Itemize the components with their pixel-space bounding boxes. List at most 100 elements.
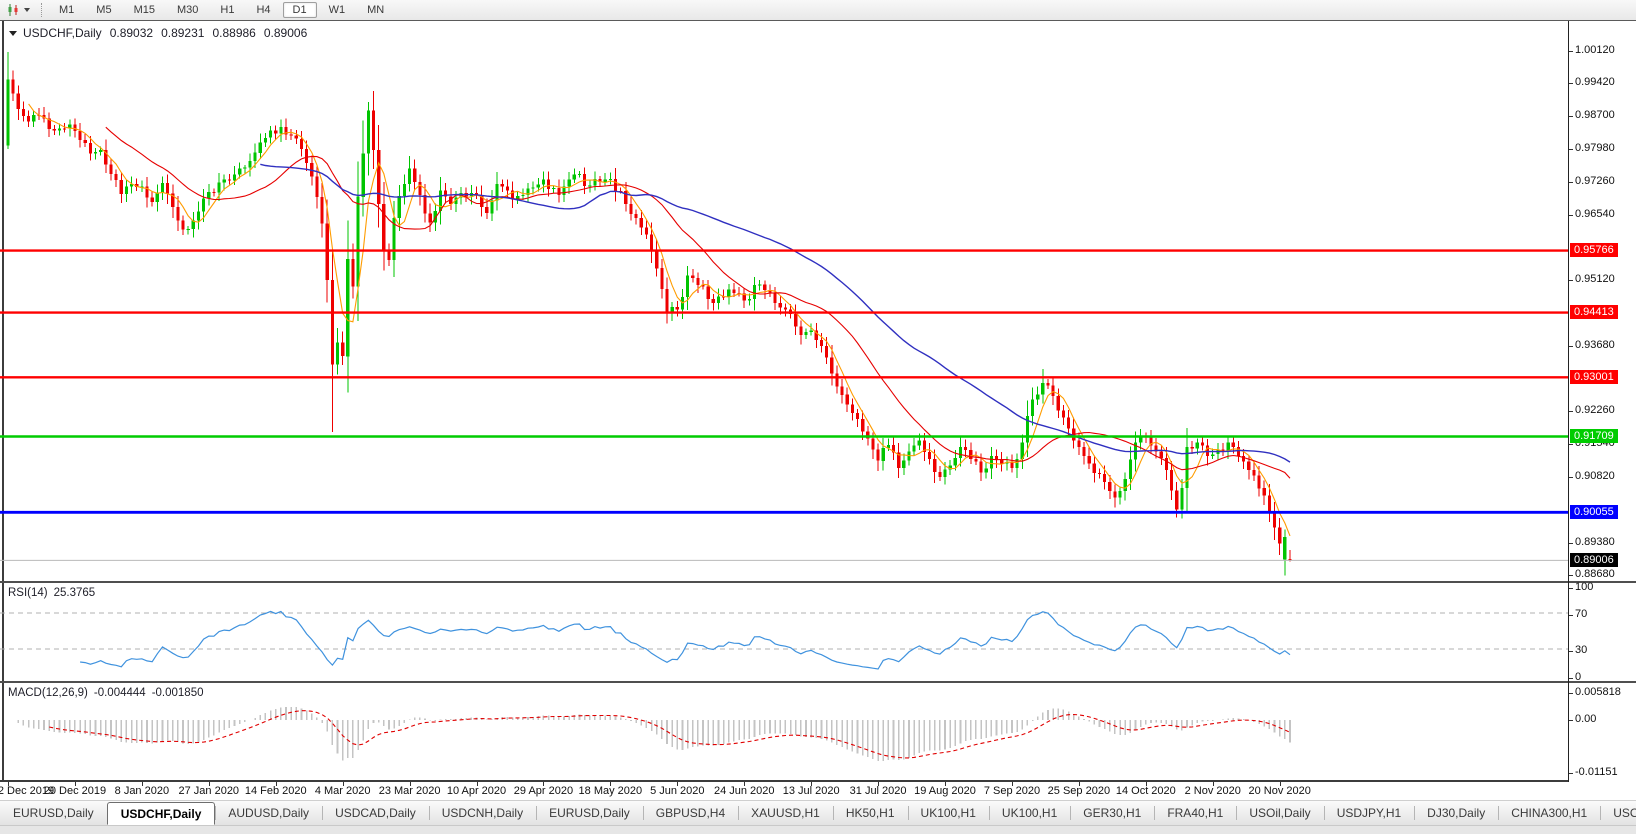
rsi-chart-canvas[interactable] <box>0 583 1568 681</box>
drawing-tools-button[interactable] <box>0 3 36 17</box>
axis-tick-label: 0.88680 <box>1575 568 1615 580</box>
chart-title: USDCHF,Daily 0.89032 0.89231 0.88986 0.8… <box>9 26 307 40</box>
ohlc-close: 0.89006 <box>264 26 307 40</box>
tab-2-audusd-daily[interactable]: AUDUSD,Daily <box>215 801 322 825</box>
axis-tick-label: 0.90820 <box>1575 470 1615 482</box>
macd-chart-canvas[interactable] <box>0 683 1568 783</box>
axis-tick-label: 0.95120 <box>1575 273 1615 285</box>
macd-main-value: -0.004444 <box>94 687 146 699</box>
toolbar-separator <box>41 3 43 17</box>
tab-12-fra40-h1[interactable]: FRA40,H1 <box>1154 801 1236 825</box>
price-axis[interactable]: 1.001200.994200.987000.979800.972600.965… <box>1569 21 1636 581</box>
axis-tick-label: -0.01151 <box>1575 766 1618 778</box>
axis-tick-mark <box>1569 678 1573 679</box>
candlestick-chart-canvas[interactable] <box>0 21 1568 581</box>
tab-7-xauusd-h1[interactable]: XAUUSD,H1 <box>738 801 833 825</box>
timeframe-button-h1[interactable]: H1 <box>210 2 244 18</box>
axis-tick-mark <box>1569 346 1573 347</box>
time-tick-label: 14 Oct 2020 <box>1116 785 1176 797</box>
axis-tick-mark <box>1569 215 1573 216</box>
axis-tick-mark <box>1569 51 1573 52</box>
tab-17-usoil-h1[interactable]: USOil,H1 <box>1600 801 1636 825</box>
tab-11-ger30-h1[interactable]: GER30,H1 <box>1070 801 1154 825</box>
chart-context-caret-icon <box>9 31 17 36</box>
axis-tick-mark <box>1569 720 1573 721</box>
timeframe-button-h4[interactable]: H4 <box>246 2 280 18</box>
tab-16-china300-h1[interactable]: CHINA300,H1 <box>1498 801 1600 825</box>
tab-15-dj30-daily[interactable]: DJ30,Daily <box>1414 801 1498 825</box>
axis-tick-mark <box>1569 651 1573 652</box>
statusbar-strip <box>0 826 1636 834</box>
time-tick-label: 4 Mar 2020 <box>315 785 371 797</box>
axis-tick-mark <box>1569 83 1573 84</box>
timeframe-button-m15[interactable]: M15 <box>124 2 165 18</box>
timeframe-button-d1[interactable]: D1 <box>283 2 317 18</box>
macd-signal-line <box>49 711 1290 758</box>
axis-tick-mark <box>1569 773 1573 774</box>
tab-3-usdcad-daily[interactable]: USDCAD,Daily <box>322 801 429 825</box>
macd-panel[interactable]: 0.005818 0.00 -0.01151 MACD(12,26,9) -0.004… <box>0 681 1636 783</box>
macd-signal-value: -0.001850 <box>152 687 204 699</box>
time-tick-label: 25 Sep 2020 <box>1048 785 1110 797</box>
timeframe-button-m1[interactable]: M1 <box>49 2 84 18</box>
chart-tabs: EURUSD,DailyUSDCHF,DailyAUDUSD,DailyUSDC… <box>0 801 1636 825</box>
axis-tick-label: 0.97260 <box>1575 175 1615 187</box>
axis-tick-label: 70 <box>1575 608 1587 620</box>
price-level-badge-0.93001: 0.93001 <box>1570 370 1618 384</box>
time-axis[interactable]: 2 Dec 201920 Dec 20198 Jan 202027 Jan 20… <box>0 782 1636 800</box>
axis-tick-mark <box>1569 615 1573 616</box>
time-tick-label: 13 Jul 2020 <box>783 785 840 797</box>
candlestick-chart-icon <box>6 3 20 17</box>
price-level-badge-0.94413: 0.94413 <box>1570 305 1618 319</box>
axis-tick-label: 0.93680 <box>1575 339 1615 351</box>
axis-tick-mark <box>1569 444 1573 445</box>
time-tick-label: 20 Dec 2019 <box>44 785 106 797</box>
price-level-badge-0.95766: 0.95766 <box>1570 243 1618 257</box>
axis-tick-label: 0.92260 <box>1575 404 1615 416</box>
time-tick-label: 7 Sep 2020 <box>984 785 1040 797</box>
axis-tick-mark <box>1569 280 1573 281</box>
time-tick-label: 31 Jul 2020 <box>850 785 907 797</box>
timeframe-button-mn[interactable]: MN <box>357 2 394 18</box>
timeframe-button-m5[interactable]: M5 <box>86 2 121 18</box>
rsi-name: RSI(14) <box>8 587 48 599</box>
tab-6-gbpusd-h4[interactable]: GBPUSD,H4 <box>643 801 738 825</box>
chart-window[interactable]: 1.001200.994200.987000.979800.972600.965… <box>0 20 1636 782</box>
symbol-period-label: USDCHF,Daily <box>23 26 102 40</box>
tab-13-usoil-daily[interactable]: USOil,Daily <box>1236 801 1323 825</box>
chevron-down-icon <box>24 8 30 12</box>
main-price-panel[interactable]: 1.001200.994200.987000.979800.972600.965… <box>0 21 1636 581</box>
time-tick-label: 24 Jun 2020 <box>714 785 775 797</box>
moving-average-medium-line <box>106 127 1290 478</box>
price-level-badge-0.90055: 0.90055 <box>1570 505 1618 519</box>
macd-name: MACD(12,26,9) <box>8 687 88 699</box>
axis-tick-label: 0.99420 <box>1575 76 1615 88</box>
tab-0-eurusd-daily[interactable]: EURUSD,Daily <box>0 801 107 825</box>
mt4-application-window: M1M5M15M30H1H4D1W1MN 1.001200.994200.987… <box>0 0 1636 834</box>
timeframe-button-m30[interactable]: M30 <box>167 2 208 18</box>
macd-histogram <box>18 707 1290 761</box>
axis-tick-label: 0.005818 <box>1575 686 1621 698</box>
axis-tick-label: 0.00 <box>1575 713 1596 725</box>
tab-5-eurusd-daily[interactable]: EURUSD,Daily <box>536 801 643 825</box>
rsi-line <box>80 611 1290 669</box>
tab-8-hk50-h1[interactable]: HK50,H1 <box>833 801 908 825</box>
time-tick-label: 5 Jun 2020 <box>650 785 704 797</box>
timeframe-buttons: M1M5M15M30H1H4D1W1MN <box>48 4 395 16</box>
chart-tabs-bar: EURUSD,DailyUSDCHF,DailyAUDUSD,DailyUSDC… <box>0 800 1636 826</box>
axis-tick-mark <box>1569 588 1573 589</box>
time-tick-label: 23 Mar 2020 <box>379 785 441 797</box>
tab-14-usdjpy-h1[interactable]: USDJPY,H1 <box>1324 801 1414 825</box>
axis-separator-line <box>1568 21 1569 783</box>
macd-axis: 0.005818 0.00 -0.01151 <box>1569 683 1636 783</box>
rsi-panel[interactable]: 10070300 RSI(14)25.3765 <box>0 581 1636 681</box>
tab-10-uk100-h1[interactable]: UK100,H1 <box>989 801 1070 825</box>
time-tick-label: 8 Jan 2020 <box>115 785 169 797</box>
tab-9-uk100-h1[interactable]: UK100,H1 <box>908 801 989 825</box>
tab-1-usdchf-daily[interactable]: USDCHF,Daily <box>107 802 216 825</box>
axis-tick-mark <box>1569 477 1573 478</box>
tab-4-usdcnh-daily[interactable]: USDCNH,Daily <box>429 801 536 825</box>
timeframe-button-w1[interactable]: W1 <box>319 2 356 18</box>
ohlc-open: 0.89032 <box>110 26 153 40</box>
axis-tick-label: 0.96540 <box>1575 208 1615 220</box>
